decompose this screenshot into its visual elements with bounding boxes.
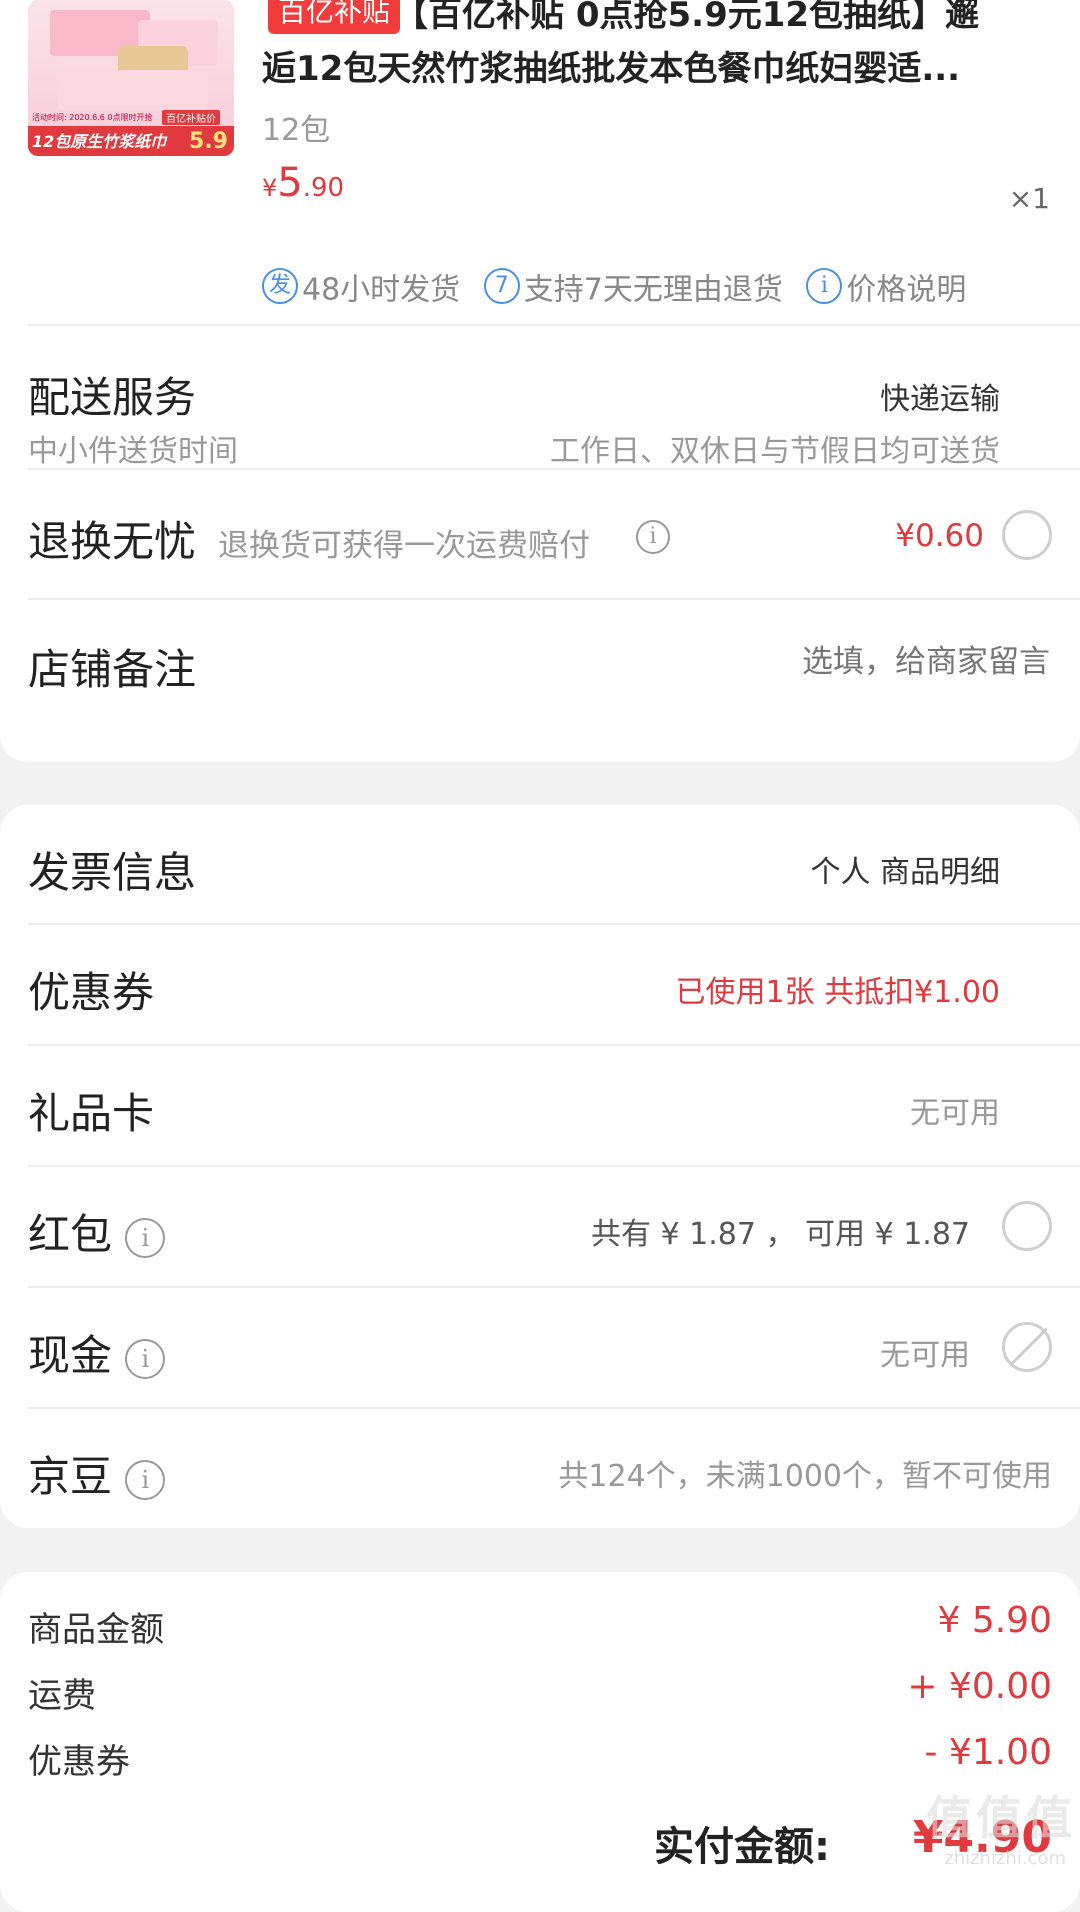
service-tag-shipping[interactable]: 发 48小时发货 — [262, 268, 470, 307]
product-title-line2: 逅12包天然竹浆抽纸批发本色餐巾纸妇婴适... — [262, 49, 961, 89]
price-symbol: ¥ — [262, 174, 278, 202]
seven-day-icon: 7 — [483, 268, 520, 304]
service-tag-price-note[interactable]: i 价格说明 — [806, 268, 966, 307]
delivery-sub-label: 中小件送货时间 — [28, 434, 238, 469]
product-image-small-text: 活动时间: 2020.6.6 0点限时开抢 — [32, 113, 153, 122]
service-tag-price-note-label: 价格说明 — [846, 272, 967, 307]
red-packet-row[interactable]: 红包 i 共有 ¥ 1.87 ， 可用 ¥ 1.87 — [0, 1167, 1080, 1286]
red-packet-value: 共有 ¥ 1.87 ， 可用 ¥ 1.87 — [591, 1217, 970, 1252]
invoice-value: 个人 商品明细 — [810, 855, 1000, 890]
jingdou-label: 京豆 — [28, 1452, 113, 1501]
invoice-title: 发票信息 — [28, 848, 197, 897]
shop-note-row: 店铺备注 — [0, 600, 1080, 722]
jingdou-row[interactable]: 京豆 i 共124个，未满1000个，暂不可使用 — [0, 1409, 1080, 1528]
jingdou-title: 京豆 i — [28, 1443, 166, 1504]
red-packet-title: 红包 i — [28, 1201, 166, 1262]
product-quantity: ×1 — [1008, 182, 1050, 215]
cash-value: 无可用 — [880, 1338, 970, 1373]
summary-coupon-label: 优惠券 — [28, 1742, 130, 1782]
info-icon[interactable]: i — [125, 1217, 166, 1258]
service-tag-shipping-label: 48小时发货 — [302, 272, 461, 307]
cash-label: 现金 — [28, 1331, 113, 1380]
delivery-value: 快递运输 — [880, 382, 1000, 417]
cash-row[interactable]: 现金 i 无可用 — [0, 1288, 1080, 1407]
return-insurance-checkbox[interactable] — [1002, 510, 1052, 560]
order-product-card: 百亿补贴价 活动时间: 2020.6.6 0点限时开抢 12包原生竹浆纸巾 5.… — [0, 0, 1080, 762]
return-insurance-row[interactable]: 退换无忧 退换货可获得一次运费赔付 i ¥0.60 — [0, 470, 1080, 598]
delivery-title: 配送服务 — [28, 373, 197, 422]
gift-card-title: 礼品卡 — [28, 1089, 155, 1138]
info-icon: i — [806, 268, 843, 304]
red-packet-checkbox[interactable] — [1002, 1201, 1052, 1251]
price-decimal: .90 — [302, 173, 345, 203]
price-summary-card: 商品金额 ¥ 5.90 运费 + ¥0.00 优惠券 - ¥1.00 实付金额:… — [0, 1572, 1080, 1912]
info-icon[interactable]: i — [125, 1459, 166, 1500]
return-insurance-title: 退换无忧 — [28, 517, 197, 566]
delivery-sub-value: 工作日、双休日与节假日均可送货 — [550, 434, 1000, 469]
watermark-main: 值 值 值 — [925, 1791, 1072, 1845]
ship-icon: 发 — [262, 268, 298, 304]
jingdou-value: 共124个，未满1000个，暂不可使用 — [558, 1459, 1052, 1494]
shop-note-input[interactable] — [528, 636, 1052, 688]
product-image-badge: 12包原生竹浆纸巾 — [32, 132, 167, 151]
info-icon[interactable]: i — [636, 520, 670, 554]
red-packet-label: 红包 — [28, 1210, 113, 1259]
summary-coupon-value: - ¥1.00 — [924, 1732, 1053, 1773]
cash-disabled-icon — [1002, 1322, 1052, 1372]
info-icon[interactable]: i — [125, 1338, 166, 1379]
service-tag-return[interactable]: 7 支持7天无理由退货 — [483, 268, 793, 307]
gift-card-row[interactable]: 礼品卡 无可用 — [0, 1046, 1080, 1165]
service-tag-return-label: 支持7天无理由退货 — [523, 272, 783, 307]
product-title-line1: 【百亿补贴 0点抢5.9元12包抽纸】邂 — [394, 0, 980, 35]
coupon-title: 优惠券 — [28, 968, 155, 1017]
invoice-row[interactable]: 发票信息 个人 商品明细 — [0, 805, 1080, 923]
product-title[interactable]: 【百亿补贴 0点抢5.9元12包抽纸】邂 逅12包天然竹浆抽纸批发本色餐巾纸妇婴… — [262, 0, 1062, 96]
coupon-row[interactable]: 优惠券 已使用1张 共抵扣¥1.00 — [0, 925, 1080, 1044]
cash-title: 现金 i — [28, 1322, 166, 1383]
coupon-value: 已使用1张 共抵扣¥1.00 — [675, 975, 1000, 1010]
product-spec: 12包 — [262, 113, 331, 148]
product-image-tag: 百亿补贴价 — [162, 110, 220, 125]
total-label: 实付金额: — [654, 1824, 830, 1870]
gift-card-value: 无可用 — [910, 1096, 1000, 1131]
return-insurance-desc: 退换货可获得一次运费赔付 — [218, 528, 590, 564]
delivery-row[interactable]: 配送服务 快递运输 中小件送货时间 工作日、双休日与节假日均可送货 — [0, 326, 1080, 469]
product-image[interactable]: 百亿补贴价 活动时间: 2020.6.6 0点限时开抢 12包原生竹浆纸巾 5.… — [28, 0, 234, 156]
product-image-badge-price: 5.9 — [189, 129, 228, 154]
summary-shipping-value: + ¥0.00 — [907, 1666, 1052, 1707]
watermark: 值 值 值 zhizhizhi.com — [925, 1782, 1072, 1869]
summary-goods-label: 商品金额 — [28, 1610, 164, 1650]
summary-goods-value: ¥ 5.90 — [937, 1600, 1052, 1641]
product-price: ¥5.90 — [262, 160, 344, 206]
payment-options-card: 发票信息 个人 商品明细 优惠券 已使用1张 共抵扣¥1.00 礼品卡 无可用 … — [0, 805, 1080, 1528]
shop-note-title: 店铺备注 — [28, 645, 197, 694]
price-integer: 5 — [277, 160, 303, 206]
service-tags: 发 48小时发货 7 支持7天无理由退货 i 价格说明 — [262, 264, 966, 308]
summary-shipping-label: 运费 — [28, 1676, 96, 1716]
return-insurance-price: ¥0.60 — [895, 518, 984, 554]
watermark-sub: zhizhizhi.com — [944, 1848, 1066, 1869]
